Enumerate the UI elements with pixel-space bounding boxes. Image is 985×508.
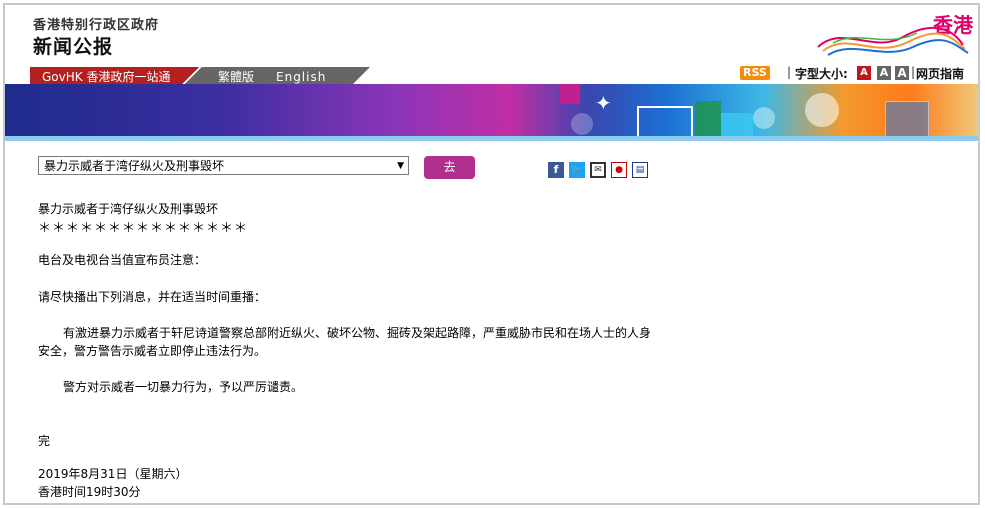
- press-release-select[interactable]: 暴力示威者于湾仔纵火及刑事毁坏 ▼: [38, 156, 409, 175]
- article-date: 2019年8月31日（星期六）: [38, 467, 188, 481]
- weibo-icon[interactable]: ●: [611, 162, 627, 178]
- banner-decoration: [805, 93, 839, 127]
- font-size-large-button[interactable]: A: [895, 66, 909, 80]
- twitter-icon[interactable]: 🐦: [569, 162, 585, 178]
- press-releases-title: 新闻公报: [33, 36, 114, 58]
- banner-decoration: [721, 113, 753, 136]
- font-size-small-button[interactable]: A: [857, 66, 871, 80]
- facebook-icon[interactable]: f: [548, 162, 564, 178]
- banner-decoration: [571, 113, 593, 135]
- gov-name: 香港特别行政区政府: [33, 18, 160, 33]
- font-size-medium-button[interactable]: A: [877, 66, 891, 80]
- rss-button[interactable]: RSS: [740, 66, 770, 80]
- banner-decoration: [637, 106, 693, 138]
- select-value: 暴力示威者于湾仔纵火及刑事毁坏: [44, 159, 225, 173]
- print-icon[interactable]: ▤: [632, 162, 648, 178]
- title-stars: ＊＊＊＊＊＊＊＊＊＊＊＊＊＊＊: [38, 221, 249, 236]
- article-line: 请尽快播出下列消息，并在适当时间重播：: [38, 290, 267, 304]
- article-paragraph: 警方对示威者一切暴力行为，予以严厉谴责。: [63, 380, 304, 394]
- font-size-label: 字型大小:: [795, 67, 848, 81]
- article-line: 电台及电视台当值宣布员注意：: [38, 253, 207, 267]
- banner-strip: [5, 136, 978, 141]
- dropdown-arrow-icon: ▼: [397, 161, 404, 171]
- sparkle-icon: ✦: [595, 91, 612, 115]
- brand-hong-kong-logo[interactable]: 香港: [813, 9, 973, 59]
- banner-decoration: [560, 84, 580, 104]
- article-time: 香港时间19时30分: [38, 485, 141, 499]
- header: 香港特别行政区政府 新闻公报 香港 GovHK 香港政府一站通 繁體版 Engl…: [5, 5, 978, 89]
- divider: |: [911, 65, 916, 79]
- divider: |: [787, 65, 792, 79]
- article-paragraph: 有激进暴力示威者于轩尼诗道警察总部附近纵火、破坏公物、掘砖及架起路障，严重威胁市…: [63, 326, 652, 340]
- banner-decoration: [753, 107, 775, 129]
- article-end-mark: 完: [38, 434, 51, 448]
- go-button[interactable]: 去: [424, 156, 475, 179]
- article-title: 暴力示威者于湾仔纵火及刑事毁坏: [38, 202, 219, 216]
- banner-decoration: [885, 101, 929, 138]
- web-guide-link[interactable]: 网页指南: [916, 65, 964, 82]
- article-paragraph-continued: 安全，警方警告示威者立即停止违法行为。: [38, 344, 267, 358]
- banner-decoration: [695, 101, 721, 136]
- dragon-ribbon-icon: [817, 26, 969, 56]
- page-frame: 香港特别行政区政府 新闻公报 香港 GovHK 香港政府一站通 繁體版 Engl…: [3, 3, 980, 505]
- email-icon[interactable]: ✉: [590, 162, 606, 178]
